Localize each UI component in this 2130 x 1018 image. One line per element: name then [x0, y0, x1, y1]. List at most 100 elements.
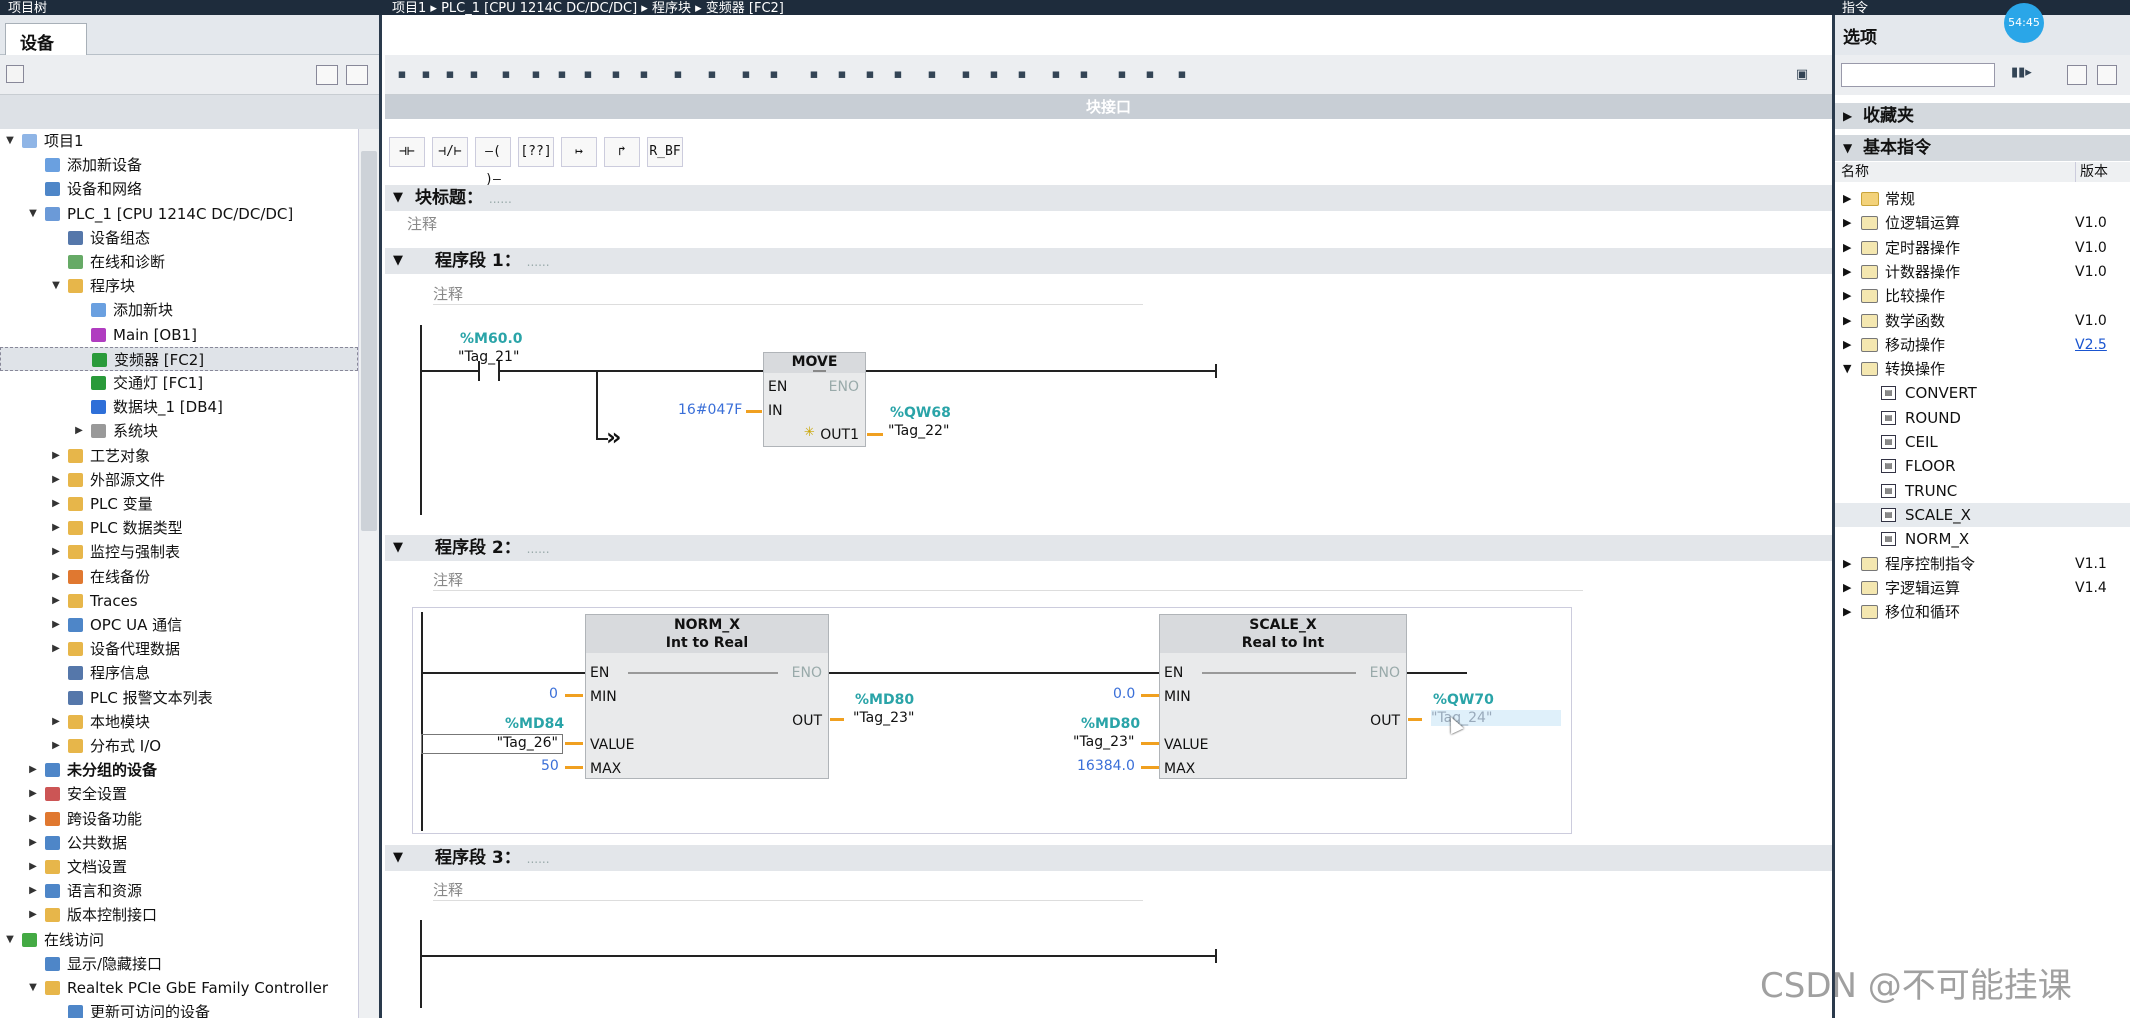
- expand-icon[interactable]: ▶: [50, 444, 62, 468]
- no-contact-button[interactable]: ⊣⊢: [389, 137, 425, 167]
- expand-icon[interactable]: ▶: [50, 637, 62, 661]
- norm-max-constant[interactable]: 50: [541, 758, 559, 774]
- expand-icon[interactable]: ▶: [1843, 600, 1851, 624]
- tree-item[interactable]: ▶ 设备代理数据: [0, 637, 358, 661]
- indent-icon[interactable]: ▪: [983, 65, 1005, 85]
- breadcrumb-item[interactable]: 程序块: [652, 1, 691, 16]
- pane-icon[interactable]: ▪: [577, 65, 599, 85]
- collapse-icon[interactable]: ▼: [393, 185, 403, 211]
- tree-item[interactable]: ▶ 安全设置: [0, 782, 358, 806]
- expand-icon[interactable]: ▶: [1843, 187, 1851, 211]
- expand-icon[interactable]: ▶: [1843, 284, 1851, 308]
- pane-toggle-icon[interactable]: ▣: [1791, 65, 1813, 85]
- expand-icon[interactable]: ▶: [27, 855, 39, 879]
- tree-item[interactable]: ▶ 外部源文件: [0, 468, 358, 492]
- nc-contact-button[interactable]: ⊣/⊢: [432, 137, 468, 167]
- expand-icon[interactable]: ▶: [1843, 236, 1851, 260]
- tree-item[interactable]: ▶ Traces: [0, 589, 358, 613]
- tree-item[interactable]: ▶ 在线备份: [0, 565, 358, 589]
- tree-item[interactable]: ▼ Realtek PCIe GbE Family Controller: [0, 976, 358, 1000]
- instruction-item[interactable]: ▤ CEIL: [1835, 430, 2130, 454]
- collapse-icon[interactable]: ▼: [393, 248, 403, 274]
- network-3-header[interactable]: ▼ 程序段 3： ......: [385, 845, 1832, 871]
- collapse-icon[interactable]: ▼: [27, 202, 39, 226]
- expand-icon[interactable]: ▶: [50, 468, 62, 492]
- expand-icon[interactable]: ▶: [1843, 309, 1851, 333]
- tree-item[interactable]: 变频器 [FC2]: [0, 346, 358, 371]
- tree-item[interactable]: 交通灯 [FC1]: [0, 371, 358, 395]
- insert-row-icon[interactable]: ▪: [439, 65, 461, 85]
- tree-item[interactable]: ▶ 监控与强制表: [0, 540, 358, 564]
- delete-network-icon[interactable]: ▪: [415, 65, 437, 85]
- expand-icon[interactable]: ▶: [1843, 103, 1852, 129]
- next-icon[interactable]: ▪: [1073, 65, 1095, 85]
- instruction-item[interactable]: ▶ 数学函数 V1.0: [1835, 309, 2130, 333]
- expand-icon[interactable]: ▶: [50, 516, 62, 540]
- expand-icon[interactable]: ▶: [27, 879, 39, 903]
- empty-rung[interactable]: [420, 955, 1215, 957]
- expand-icon[interactable]: ▶: [27, 758, 39, 782]
- expand-icon[interactable]: ▶: [50, 540, 62, 564]
- instruction-item[interactable]: ▶ 位逻辑运算 V1.0: [1835, 211, 2130, 235]
- reset-icon[interactable]: ▪: [495, 65, 517, 85]
- contact-address[interactable]: %M60.0: [460, 331, 523, 347]
- network-2-header[interactable]: ▼ 程序段 2： ......: [385, 535, 1832, 561]
- insert-network-icon[interactable]: ▪: [391, 65, 413, 85]
- online-icon[interactable]: ▪: [1139, 65, 1161, 85]
- open-branch-button[interactable]: ↦: [561, 137, 597, 167]
- coil-button[interactable]: –( )–: [475, 137, 511, 187]
- tree-item[interactable]: ▶ PLC 变量: [0, 492, 358, 516]
- tree-item[interactable]: ▶ 系统块: [0, 419, 358, 443]
- scale-value-address[interactable]: %MD80: [1081, 716, 1140, 732]
- tab-devices[interactable]: 设备: [5, 23, 87, 55]
- expand-icon[interactable]: ▶: [27, 782, 39, 806]
- goto-icon[interactable]: ▪: [831, 65, 853, 85]
- tree-item[interactable]: Main [OB1]: [0, 323, 358, 347]
- block-comment[interactable]: 注释: [407, 213, 437, 234]
- expand-icon[interactable]: ▶: [1843, 260, 1851, 284]
- in-constant[interactable]: 16#047F: [678, 402, 742, 418]
- instruction-item[interactable]: ▤ FLOOR: [1835, 454, 2130, 478]
- tree-item[interactable]: ▶ PLC 数据类型: [0, 516, 358, 540]
- tree-item[interactable]: 程序信息: [0, 661, 358, 685]
- comment-icon[interactable]: ▪: [605, 65, 627, 85]
- instruction-item[interactable]: ▤ NORM_X: [1835, 527, 2130, 551]
- expand-icon[interactable]: ▶: [1843, 211, 1851, 235]
- overview-icon[interactable]: [316, 65, 338, 85]
- scale-value-tag[interactable]: "Tag_23": [1073, 734, 1134, 750]
- expand-icon[interactable]: ▶: [27, 903, 39, 927]
- norm-x-box[interactable]: NORM_X Int to Real EN ENO MIN OUT VALUE M…: [585, 614, 829, 779]
- scale-out-address[interactable]: %QW70: [1433, 692, 1494, 708]
- tree-item[interactable]: ▶ OPC UA 通信: [0, 613, 358, 637]
- favorites-icon[interactable]: ▪: [763, 65, 785, 85]
- expand-icon[interactable]: ▶: [50, 710, 62, 734]
- instruction-item[interactable]: ▤ ROUND: [1835, 406, 2130, 430]
- tree-item[interactable]: 设备和网络: [0, 177, 358, 201]
- expand-icon[interactable]: ▶: [27, 807, 39, 831]
- goto-icon[interactable]: ▪: [887, 65, 909, 85]
- instruction-item[interactable]: ▶ 比较操作: [1835, 284, 2130, 308]
- collapse-icon[interactable]: ▼: [393, 535, 403, 561]
- collapse-icon[interactable]: ▼: [50, 274, 62, 298]
- network-2-comment[interactable]: 注释: [433, 569, 1583, 591]
- tree-item[interactable]: ▶ 语言和资源: [0, 879, 358, 903]
- instruction-item[interactable]: ▶ 常规: [1835, 187, 2130, 211]
- tree-item[interactable]: 在线和诊断: [0, 250, 358, 274]
- collapse-icon[interactable]: ▼: [393, 845, 403, 871]
- tree-item[interactable]: ▶ 公共数据: [0, 831, 358, 855]
- out-add-icon[interactable]: ✳: [804, 425, 815, 440]
- tree-item[interactable]: ▶ 分布式 I/O: [0, 734, 358, 758]
- collapse-icon[interactable]: ▼: [1843, 357, 1851, 381]
- network-3-comment[interactable]: 注释: [433, 879, 1143, 901]
- norm-out-address[interactable]: %MD80: [855, 692, 914, 708]
- no-contact[interactable]: [478, 361, 500, 381]
- close-branch-button[interactable]: ↱: [604, 137, 640, 167]
- tree-item[interactable]: 添加新设备: [0, 153, 358, 177]
- expand-icon[interactable]: ▶: [27, 831, 39, 855]
- tree-item[interactable]: ▶ 工艺对象: [0, 444, 358, 468]
- instruction-item[interactable]: ▶ 移位和循环: [1835, 600, 2130, 624]
- indent-icon[interactable]: ▪: [1011, 65, 1033, 85]
- collapse-icon[interactable]: ▼: [27, 976, 39, 1000]
- indent-icon[interactable]: ▪: [955, 65, 977, 85]
- block-interface-bar[interactable]: 块接口: [385, 95, 1832, 119]
